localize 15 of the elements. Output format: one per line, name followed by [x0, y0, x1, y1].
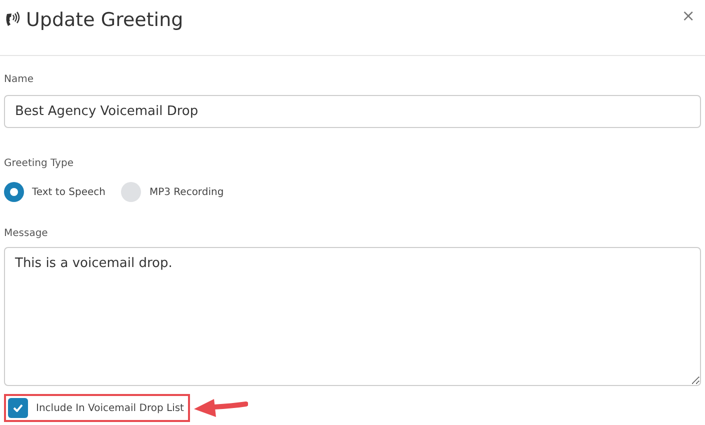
field-label: Greeting Type: [4, 157, 74, 171]
field-label: Message: [4, 227, 49, 241]
checkbox-label[interactable]: Include In Voicemail Drop List: [36, 400, 184, 416]
message-field[interactable]: This is a voicemail drop.: [4, 247, 701, 386]
dialog-title: Update Greeting: [26, 8, 184, 33]
name-field[interactable]: Best Agency Voicemail Drop: [4, 95, 701, 128]
checkmark-icon: [13, 404, 23, 412]
checkbox[interactable]: [8, 398, 28, 418]
radio-button[interactable]: [4, 182, 24, 202]
radio-label[interactable]: MP3 Recording: [149, 184, 224, 200]
arrow: [194, 399, 248, 417]
close-button[interactable]: ×: [676, 8, 701, 24]
field-label: Name: [4, 73, 35, 87]
radio-button[interactable]: [121, 182, 142, 202]
radio-label[interactable]: Text to Speech: [32, 184, 106, 200]
